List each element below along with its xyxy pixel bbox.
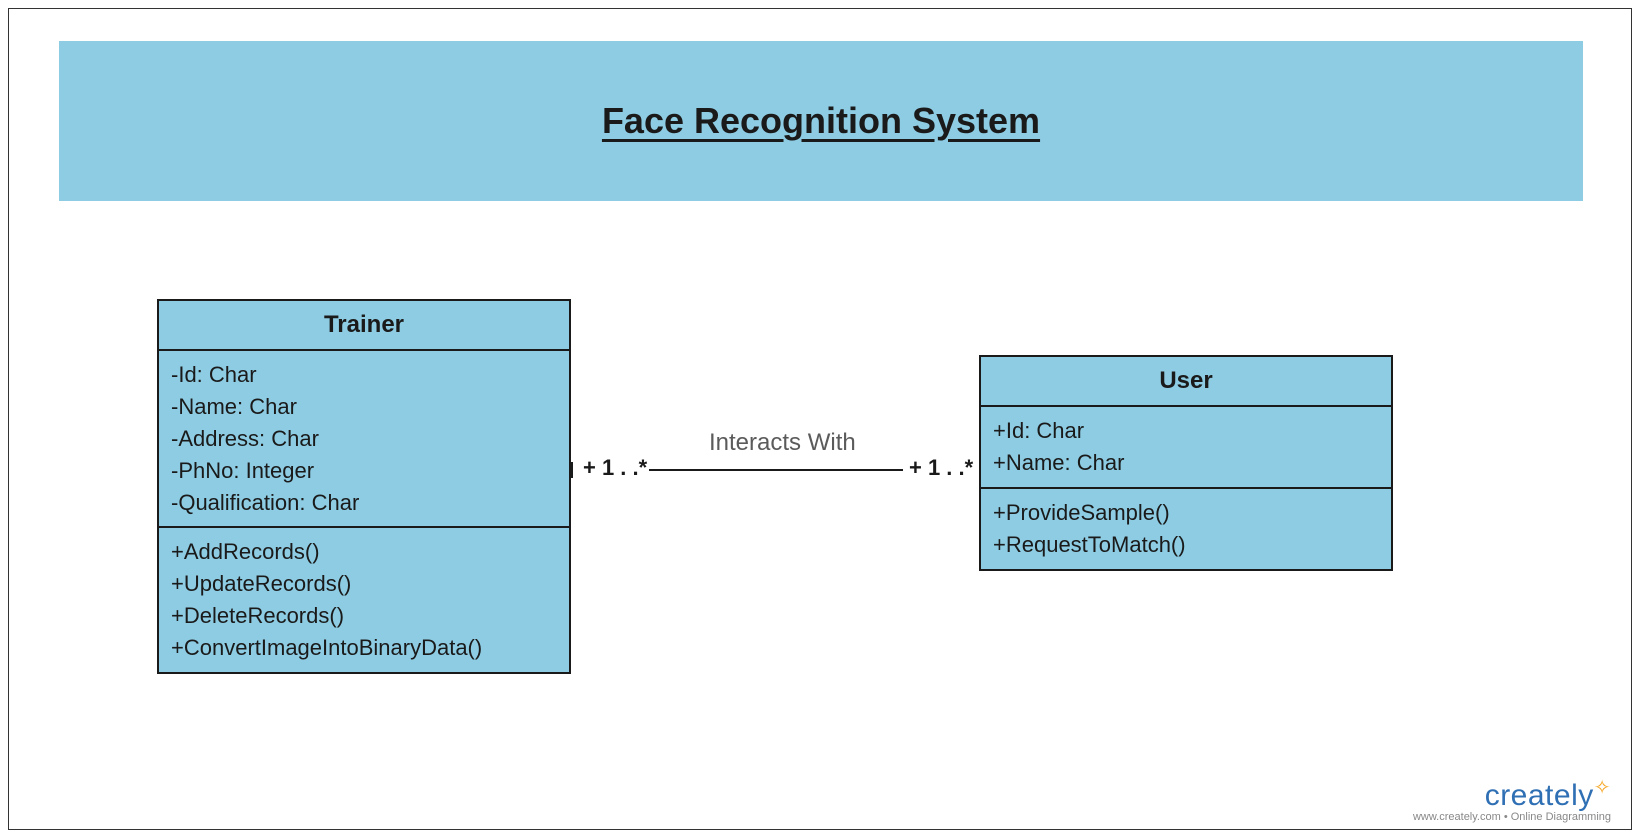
method-row: +AddRecords() (171, 536, 557, 568)
class-user-name: User (981, 357, 1391, 407)
title-banner: Face Recognition System (59, 41, 1583, 201)
class-user: User +Id: Char +Name: Char +ProvideSampl… (979, 355, 1393, 571)
attr-row: -PhNo: Integer (171, 455, 557, 487)
attr-row: +Name: Char (993, 447, 1379, 479)
attr-row: -Id: Char (171, 359, 557, 391)
association-line (649, 469, 903, 471)
method-row: +RequestToMatch() (993, 529, 1379, 561)
method-row: +ProvideSample() (993, 497, 1379, 529)
multiplicity-right: + 1 . .* (909, 455, 973, 481)
multiplicity-left: + 1 . .* (583, 455, 647, 481)
diagram-frame: Face Recognition System Trainer -Id: Cha… (8, 8, 1632, 830)
bulb-icon: ✧ (1594, 777, 1611, 799)
attr-row: +Id: Char (993, 415, 1379, 447)
attr-row: -Name: Char (171, 391, 557, 423)
watermark-brand: creately✧ (1413, 775, 1611, 813)
attr-row: -Qualification: Char (171, 487, 557, 519)
watermark-sub: www.creately.com • Online Diagramming (1413, 811, 1611, 823)
association-label: Interacts With (709, 429, 856, 457)
method-row: +DeleteRecords() (171, 600, 557, 632)
class-trainer-methods: +AddRecords() +UpdateRecords() +DeleteRe… (159, 526, 569, 672)
connector-end-right (979, 462, 981, 478)
watermark-brand-text: creately (1485, 779, 1594, 812)
class-trainer-name: Trainer (159, 301, 569, 351)
class-trainer-attributes: -Id: Char -Name: Char -Address: Char -Ph… (159, 351, 569, 526)
method-row: +ConvertImageIntoBinaryData() (171, 632, 557, 664)
connector-end-left (571, 462, 573, 478)
method-row: +UpdateRecords() (171, 568, 557, 600)
class-user-attributes: +Id: Char +Name: Char (981, 407, 1391, 487)
attr-row: -Address: Char (171, 423, 557, 455)
class-trainer: Trainer -Id: Char -Name: Char -Address: … (157, 299, 571, 674)
diagram-title: Face Recognition System (602, 100, 1040, 142)
watermark: creately✧ www.creately.com • Online Diag… (1413, 775, 1611, 823)
class-user-methods: +ProvideSample() +RequestToMatch() (981, 487, 1391, 569)
